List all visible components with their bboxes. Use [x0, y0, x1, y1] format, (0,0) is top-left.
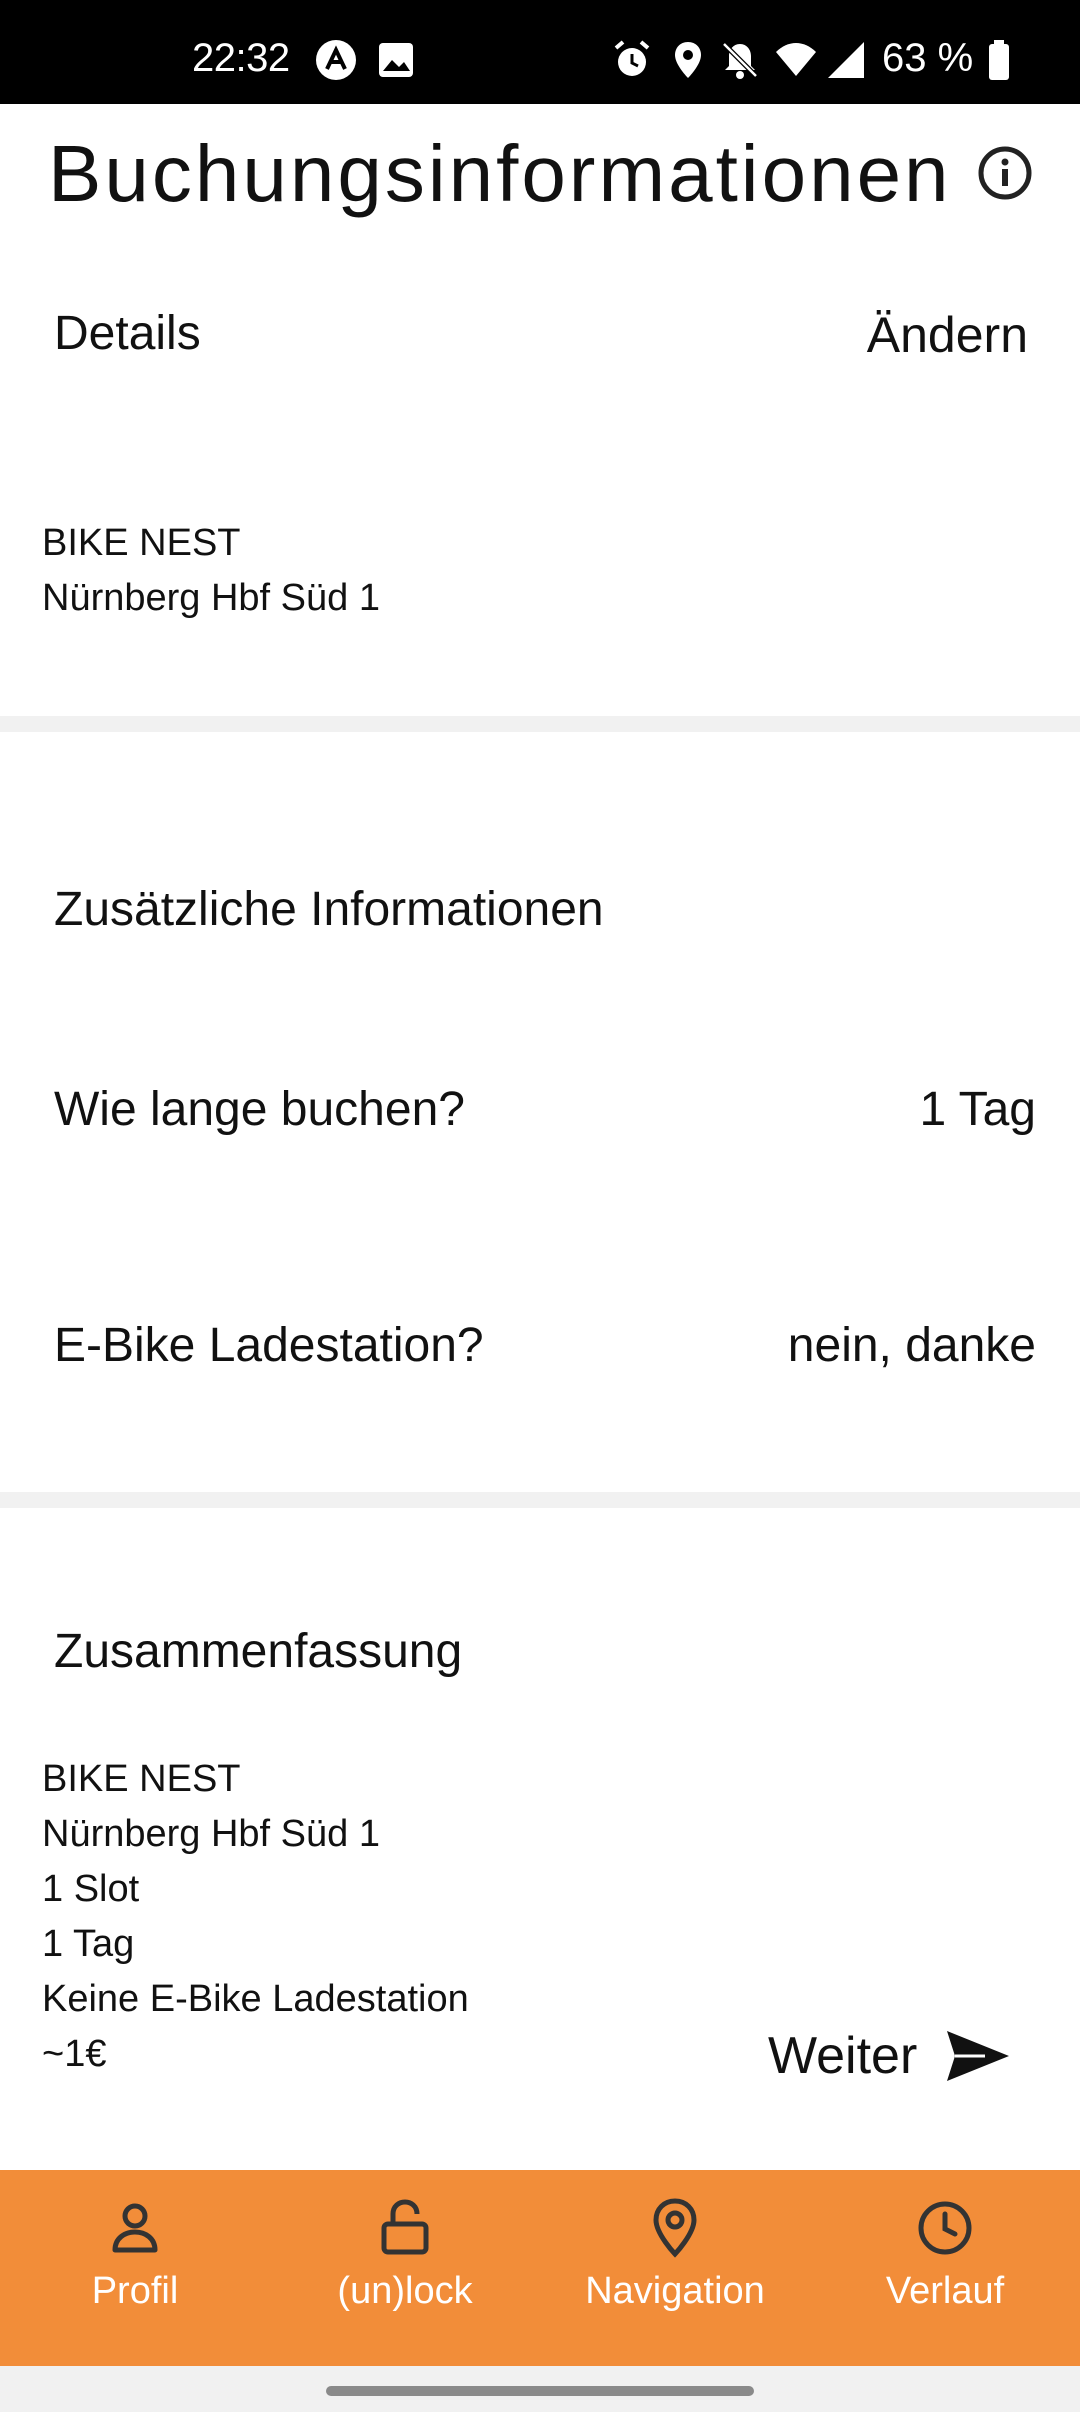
- charging-label: E-Bike Ladestation?: [54, 1319, 484, 1372]
- duration-label: Wie lange buchen?: [54, 1083, 465, 1136]
- info-icon[interactable]: [976, 144, 1034, 202]
- summary-line: Nürnberg Hbf Süd 1: [42, 1813, 380, 1855]
- gesture-area: [0, 2366, 1080, 2412]
- send-icon: [947, 2031, 1010, 2081]
- alarm-icon: [614, 40, 650, 76]
- change-button[interactable]: Ändern: [867, 306, 1028, 364]
- clock-icon: [918, 2201, 972, 2255]
- nav-item-unlock[interactable]: (un)lock: [270, 2170, 540, 2366]
- station-name: BIKE NEST: [42, 522, 241, 564]
- nav-label: Verlauf: [885, 2270, 1005, 2312]
- person-icon: [112, 2203, 158, 2253]
- details-block: BIKE NEST Nürnberg Hbf Süd 1: [42, 516, 380, 626]
- summary-line: BIKE NEST: [42, 1758, 241, 1800]
- summary-line: ~1€: [42, 2033, 107, 2075]
- app-a-icon: [316, 40, 356, 80]
- wifi-icon: [776, 43, 816, 76]
- charging-value[interactable]: nein, danke: [788, 1318, 1036, 1373]
- summary-line: 1 Slot: [42, 1868, 140, 1910]
- status-time: 22:32: [192, 36, 290, 80]
- duration-value[interactable]: 1 Tag: [919, 1082, 1036, 1137]
- page-title: Buchungsinformationen: [48, 129, 952, 218]
- nav-item-verlauf[interactable]: Verlauf: [810, 2170, 1080, 2366]
- section-divider: [0, 1492, 1080, 1508]
- home-gesture-bar[interactable]: [326, 2386, 754, 2396]
- location-icon: [675, 42, 701, 78]
- additional-info-heading: Zusätzliche Informationen: [54, 883, 604, 936]
- summary-line: 1 Tag: [42, 1923, 135, 1965]
- nav-item-profil[interactable]: Profil: [0, 2170, 270, 2366]
- bottom-navigation: Profil (un)lock Navigation Verlauf: [0, 2170, 1080, 2366]
- station-location: Nürnberg Hbf Süd 1: [42, 577, 380, 619]
- summary-block: BIKE NEST Nürnberg Hbf Süd 1 1 Slot 1 Ta…: [42, 1752, 469, 2082]
- lock-icon: [381, 2199, 429, 2255]
- section-divider: [0, 716, 1080, 732]
- details-heading: Details: [54, 307, 201, 360]
- bell-off-icon: [722, 42, 758, 79]
- summary-line: Keine E-Bike Ladestation: [42, 1978, 469, 2020]
- signal-icon: [828, 42, 864, 78]
- battery-percent: 63 %: [882, 36, 974, 80]
- nav-item-navigation[interactable]: Navigation: [540, 2170, 810, 2366]
- image-icon: [379, 43, 413, 77]
- nav-label: Navigation: [585, 2270, 765, 2312]
- next-label: Weiter: [768, 2027, 918, 2085]
- nav-label: (un)lock: [337, 2270, 473, 2312]
- status-bar: 22:32 63 %: [0, 0, 1080, 104]
- location-pin-icon: [653, 2198, 697, 2258]
- nav-label: Profil: [91, 2270, 179, 2312]
- battery-icon: [989, 40, 1009, 80]
- next-button[interactable]: Weiter: [768, 2026, 1011, 2086]
- summary-heading: Zusammenfassung: [54, 1625, 463, 1678]
